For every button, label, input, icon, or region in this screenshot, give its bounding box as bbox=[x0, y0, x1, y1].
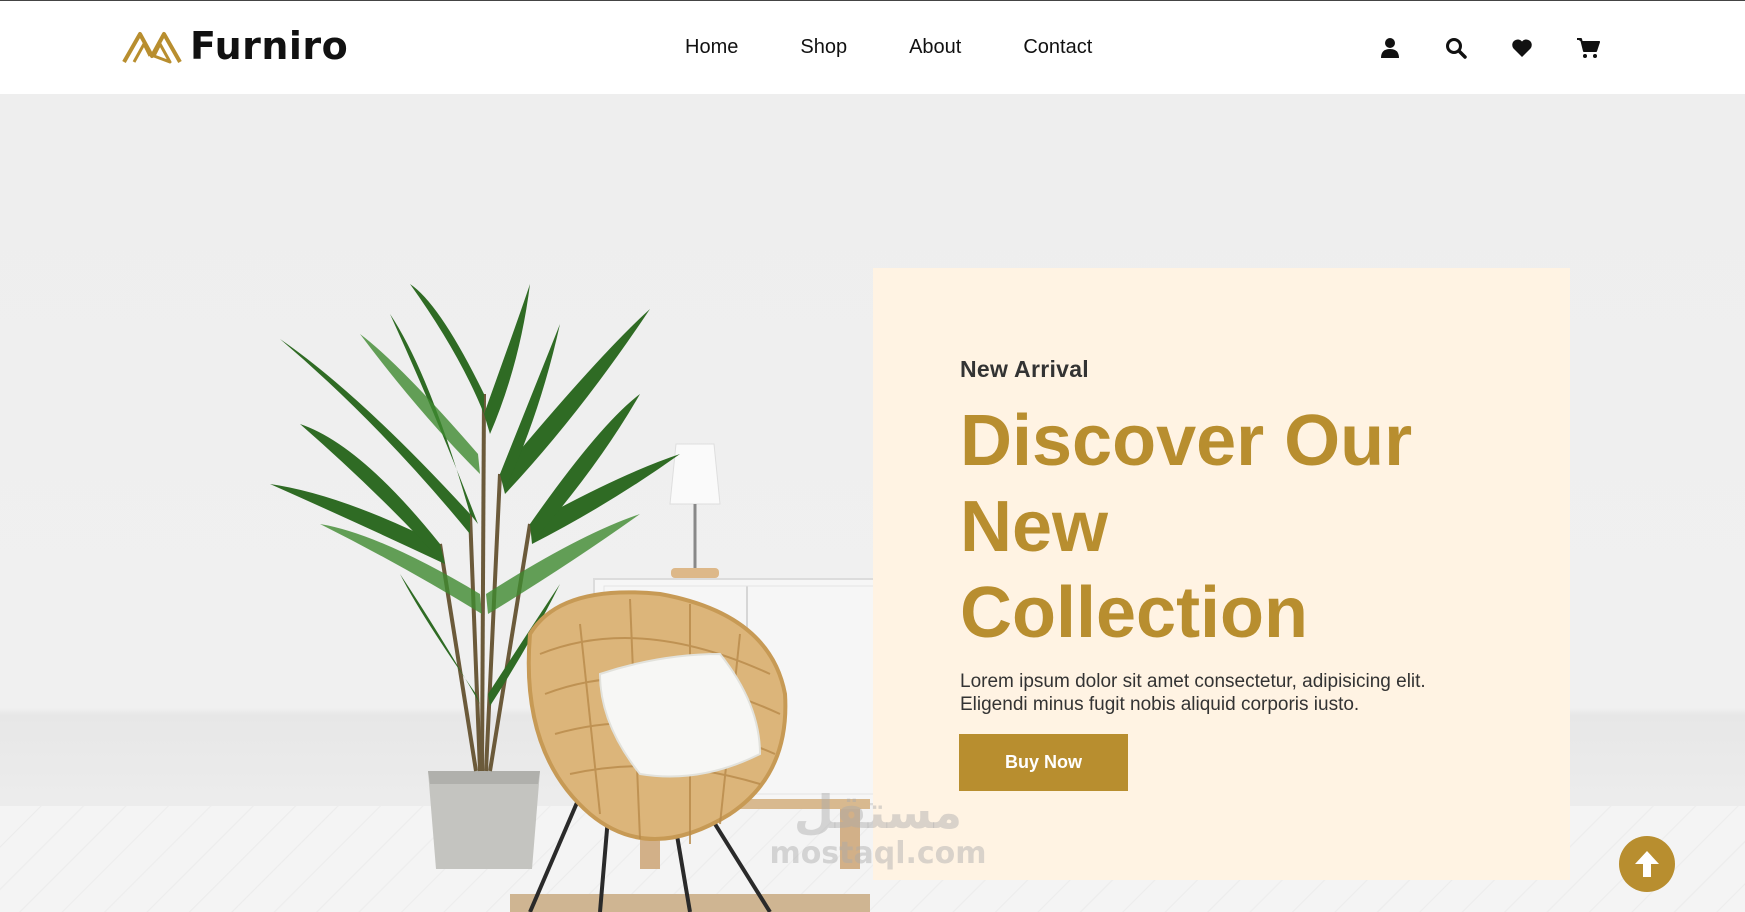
search-icon[interactable] bbox=[1442, 35, 1470, 61]
eyebrow-label: New Arrival bbox=[960, 356, 1090, 382]
arrow-up-icon bbox=[1635, 851, 1659, 877]
nav-shop[interactable]: Shop bbox=[800, 35, 847, 59]
headline-line: Discover Our bbox=[960, 401, 1413, 481]
nav-home[interactable]: Home bbox=[685, 35, 738, 59]
nav-about[interactable]: About bbox=[909, 35, 961, 59]
brand-logo[interactable]: Furniro bbox=[122, 23, 348, 69]
hero-section: New Arrival Discover Our New Collection … bbox=[0, 94, 1745, 912]
nav-contact[interactable]: Contact bbox=[1023, 35, 1092, 59]
brand-name: Furniro bbox=[190, 24, 349, 68]
scroll-to-top-button[interactable] bbox=[1619, 836, 1675, 892]
heart-icon[interactable] bbox=[1508, 35, 1536, 61]
watermark-arabic: مستقل bbox=[793, 785, 963, 839]
description-line: Eligendi minus fugit nobis aliquid corpo… bbox=[960, 694, 1360, 715]
description-line: Lorem ipsum dolor sit amet consectetur, … bbox=[960, 671, 1426, 692]
hero-headline: Discover Our New Collection bbox=[960, 398, 1480, 656]
cart-icon[interactable] bbox=[1574, 35, 1602, 61]
user-icon[interactable] bbox=[1376, 35, 1404, 61]
watermark-latin: mostaql.com bbox=[769, 836, 987, 871]
headline-line: New bbox=[960, 487, 1109, 567]
main-nav: Home Shop About Contact bbox=[685, 35, 1154, 59]
hero-description: Lorem ipsum dolor sit amet consectetur, … bbox=[960, 670, 1480, 716]
watermark: مستقل mostaql.com bbox=[768, 786, 988, 870]
furniro-logo-icon bbox=[122, 32, 182, 64]
buy-now-button[interactable]: Buy Now bbox=[959, 734, 1128, 791]
site-header: Furniro Home Shop About Contact bbox=[0, 1, 1745, 94]
header-actions bbox=[1376, 35, 1640, 61]
headline-line: Collection bbox=[960, 573, 1309, 653]
